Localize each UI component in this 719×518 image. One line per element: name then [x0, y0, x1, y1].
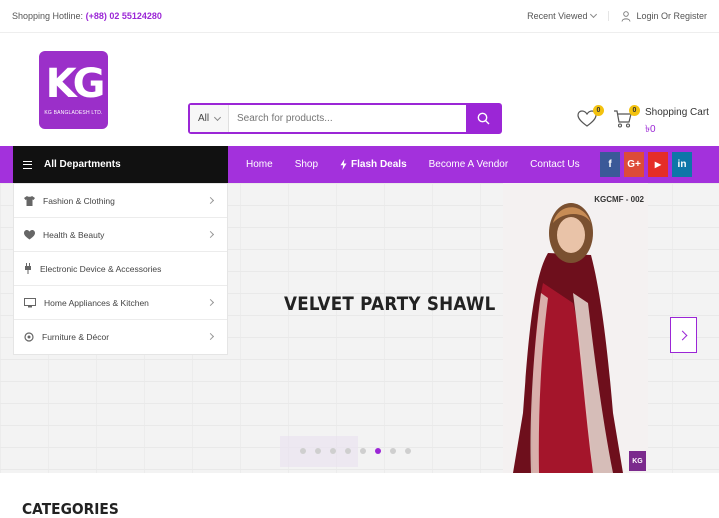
wishlist-count-badge: 0 [593, 105, 604, 116]
monitor-icon [24, 297, 36, 307]
chevron-right-icon [206, 230, 215, 239]
search-bar: All [188, 103, 502, 134]
lamp-icon [24, 332, 34, 342]
chevron-right-icon [206, 298, 215, 307]
shirt-icon [24, 195, 35, 206]
chevron-right-icon [206, 332, 215, 341]
logo-badge: KG KG BANGLADESH LTD. [39, 51, 108, 129]
top-bar: Shopping Hotline: (+88) 02 55124280 Rece… [0, 0, 719, 33]
nav-item-become-vendor[interactable]: Become A Vendor [429, 159, 509, 170]
user-icon [622, 10, 631, 22]
header: KG KG BANGLADESH LTD. All 0 [0, 33, 719, 145]
facebook-icon[interactable]: f [600, 152, 620, 177]
logo-text: KG BANGLADESH LTD. [44, 110, 103, 116]
product-image: KGCMF - 002 KG [503, 183, 648, 473]
slider-dot[interactable] [315, 448, 321, 454]
nav-item-home[interactable]: Home [246, 159, 273, 170]
login-label: Login Or Register [636, 11, 707, 21]
social-links: f G+ ▶ in [600, 152, 692, 177]
search-icon [477, 112, 489, 125]
login-register-link[interactable]: Login Or Register [609, 10, 707, 22]
header-actions: 0 0 Shopping Cart ৳0 [577, 105, 709, 139]
sidebar-item-electronics[interactable]: Electronic Device & Accessories [14, 252, 227, 286]
search-category-value: All [197, 113, 210, 124]
google-plus-icon[interactable]: G+ [624, 152, 644, 177]
cart-label: Shopping Cart [645, 107, 709, 118]
recent-viewed-dropdown[interactable]: Recent Viewed [527, 10, 610, 21]
slider-dot[interactable] [345, 448, 351, 454]
sidebar-item-home-appliances[interactable]: Home Appliances & Kitchen [14, 286, 227, 320]
recent-viewed-label: Recent Viewed [527, 11, 588, 21]
departments-menu: Fashion & Clothing Health & Beauty Elect… [13, 183, 228, 355]
cart-count-badge: 0 [629, 105, 640, 116]
wishlist-button[interactable]: 0 [577, 105, 604, 133]
slider-dot[interactable] [300, 448, 306, 454]
slider-dot[interactable] [360, 448, 366, 454]
heart-pulse-icon [24, 229, 35, 239]
chevron-right-icon [206, 196, 215, 205]
slider-next-button[interactable] [670, 317, 697, 353]
logo-mark: KG [45, 61, 106, 107]
plug-icon [25, 263, 31, 274]
slider-dot[interactable] [405, 448, 411, 454]
sidebar-item-label: Fashion & Clothing [43, 195, 115, 206]
watermark-logo: KG [629, 451, 646, 471]
cart-button[interactable]: 0 [613, 105, 640, 133]
hotline: Shopping Hotline: (+88) 02 55124280 [12, 11, 162, 21]
product-code: KGCMF - 002 [594, 195, 644, 204]
chevron-down-icon [214, 113, 222, 121]
cart-amount: ৳0 [645, 124, 656, 135]
slider-dots [300, 448, 411, 454]
sidebar-item-label: Health & Beauty [43, 229, 105, 240]
slider-dot-active[interactable] [375, 448, 381, 454]
youtube-icon[interactable]: ▶ [648, 152, 668, 177]
search-button[interactable] [466, 105, 500, 132]
sidebar-item-furniture[interactable]: Furniture & Décor [14, 320, 227, 354]
sidebar-item-fashion[interactable]: Fashion & Clothing [14, 184, 227, 218]
all-departments-button[interactable]: All Departments [13, 146, 228, 183]
hotline-label: Shopping Hotline: [12, 11, 84, 21]
slide-title: VELVET PARTY SHAWL [284, 293, 496, 315]
sidebar-item-label: Home Appliances & Kitchen [44, 297, 149, 308]
sidebar-item-health[interactable]: Health & Beauty [14, 218, 227, 252]
model-figure [503, 183, 648, 473]
search-input[interactable] [229, 105, 466, 132]
all-departments-label: All Departments [44, 159, 121, 170]
hamburger-icon [23, 160, 32, 169]
cart-summary[interactable]: Shopping Cart ৳0 [645, 107, 709, 139]
nav-menu: Home Shop Flash Deals Become A Vendor Co… [246, 146, 580, 183]
chevron-right-icon [677, 330, 687, 340]
sidebar-item-label: Electronic Device & Accessories [40, 263, 162, 274]
slider-dot[interactable] [390, 448, 396, 454]
main-nav: All Departments Home Shop Flash Deals Be… [0, 146, 719, 183]
sidebar-item-label: Furniture & Décor [42, 332, 110, 342]
linkedin-icon[interactable]: in [672, 152, 692, 177]
categories-heading: CATEGORIES [22, 500, 119, 518]
nav-item-flash-deals-label: Flash Deals [351, 159, 407, 170]
slider-dot[interactable] [330, 448, 336, 454]
lightning-icon [340, 159, 347, 170]
nav-item-flash-deals[interactable]: Flash Deals [340, 159, 407, 170]
hotline-number[interactable]: (+88) 02 55124280 [86, 11, 162, 21]
nav-item-shop[interactable]: Shop [295, 159, 318, 170]
logo[interactable]: KG KG BANGLADESH LTD. [39, 51, 108, 161]
chevron-down-icon [590, 10, 598, 19]
nav-item-contact[interactable]: Contact Us [530, 159, 579, 170]
search-category-select[interactable]: All [190, 105, 229, 132]
